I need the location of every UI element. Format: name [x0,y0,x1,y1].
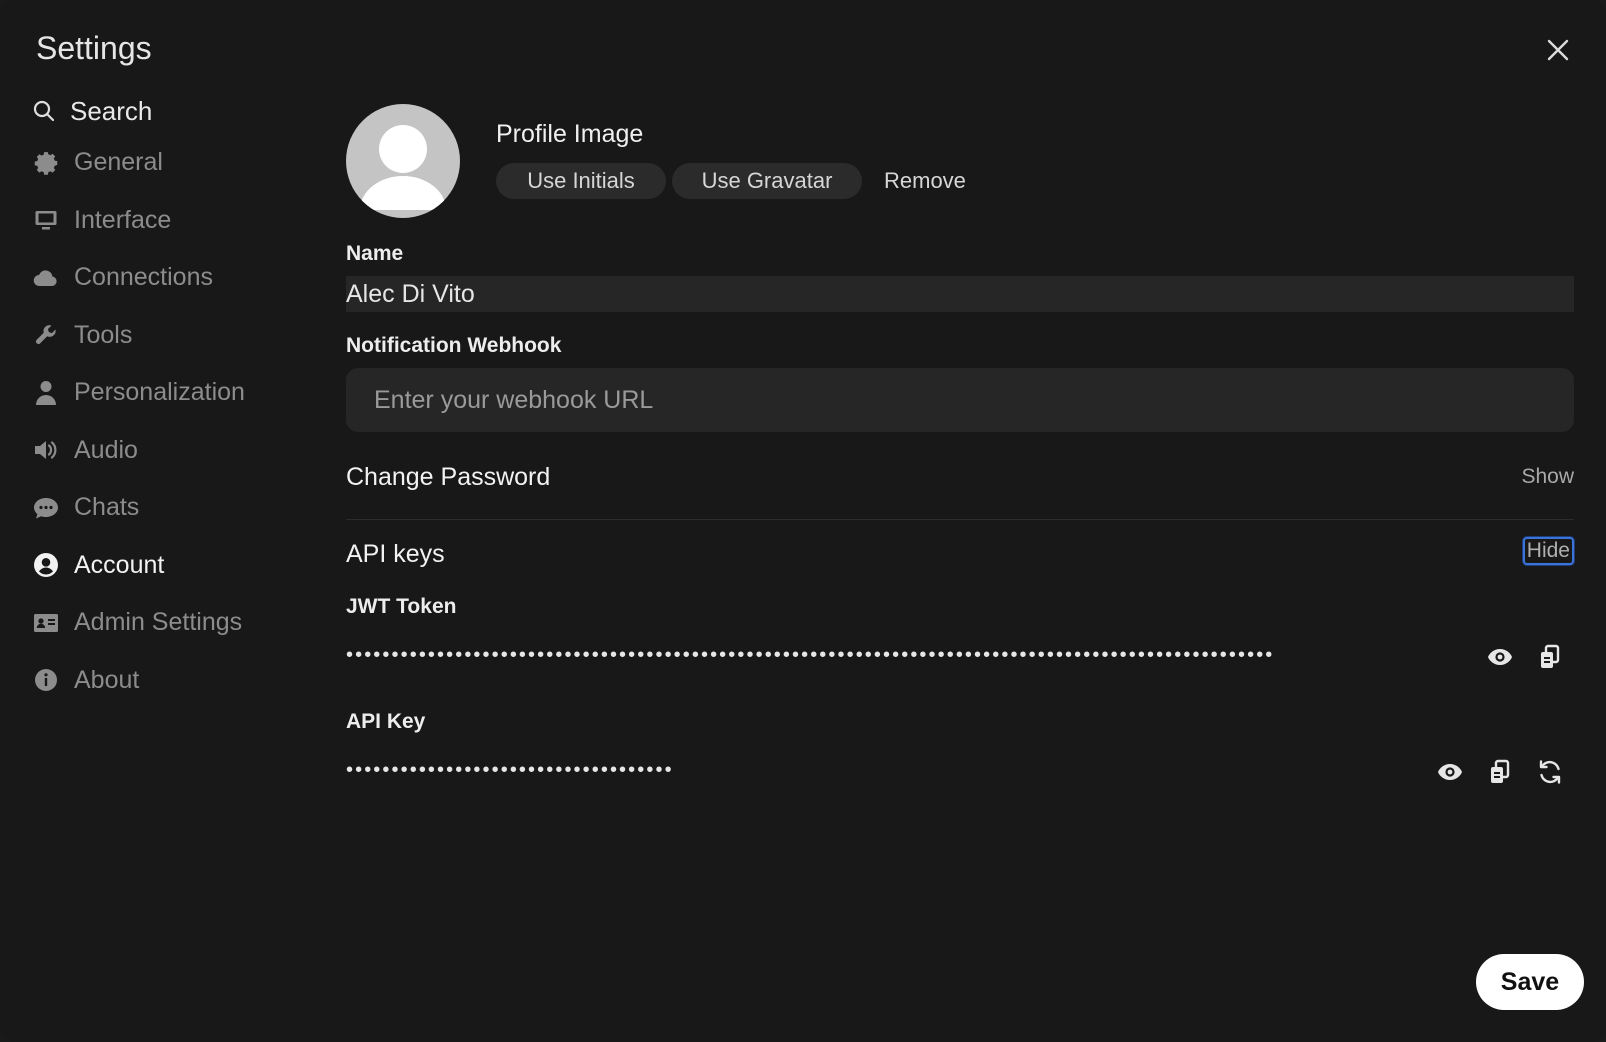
user-icon [36,380,56,405]
api-keys-title: API keys [346,540,445,568]
sidebar-item-tools[interactable]: Tools [32,307,322,365]
modal-title: Settings [36,30,152,66]
speaker-icon [35,441,57,460]
search-label: Search [70,95,153,126]
settings-modal: Settings Search General Interface Connec… [0,0,1606,1042]
sidebar-item-label: Personalization [74,378,245,407]
api-key-show-button[interactable] [1433,755,1467,789]
sidebar-item-label: Audio [74,435,138,464]
sidebar-item-personalization[interactable]: Personalization [32,364,322,422]
sidebar-item-account[interactable]: Account [32,537,322,595]
name-label: Name [346,242,404,265]
monitor-icon [35,211,57,230]
sidebar-search[interactable]: Search [32,88,322,134]
chat-bubble-icon [34,497,58,519]
api-keys-hide-toggle[interactable]: Hide [1522,537,1574,565]
eye-icon [1438,764,1462,780]
jwt-token-label: JWT Token [346,595,457,618]
sidebar-item-connections[interactable]: Connections [32,249,322,307]
api-key-regenerate-button[interactable] [1533,755,1567,789]
save-button[interactable]: Save [1476,954,1584,1010]
search-icon [33,100,55,122]
close-icon [1547,39,1569,61]
sidebar-item-about[interactable]: About [32,652,322,710]
wrench-icon [36,325,56,345]
name-input[interactable] [346,276,1574,312]
avatar[interactable] [346,104,460,218]
api-key-copy-button[interactable] [1483,755,1517,789]
jwt-copy-button[interactable] [1533,640,1567,674]
sidebar-item-label: Admin Settings [74,608,243,637]
clipboard-icon [1491,759,1510,783]
refresh-icon [1539,760,1561,784]
default-user-icon [360,125,446,210]
jwt-show-button[interactable] [1483,640,1517,674]
sidebar-item-label: Chats [74,493,140,522]
clipboard-icon [1541,644,1560,668]
change-password-title: Change Password [346,463,551,491]
sidebar-item-admin-settings[interactable]: Admin Settings [32,594,322,652]
eye-icon [1488,649,1512,665]
sidebar: Search General Interface Connections Too… [32,88,322,709]
webhook-input[interactable] [346,368,1574,432]
use-initials-button[interactable]: Use Initials [496,163,666,199]
sidebar-item-label: Connections [74,263,213,292]
section-divider [346,519,1574,520]
sidebar-item-label: Interface [74,205,172,234]
sidebar-item-label: Account [74,550,165,579]
profile-image-label: Profile Image [496,120,644,148]
close-button[interactable] [1542,34,1574,66]
sidebar-item-label: Tools [74,320,133,349]
webhook-label: Notification Webhook [346,334,562,357]
sidebar-item-chats[interactable]: Chats [32,479,322,537]
sidebar-item-label: About [74,665,140,694]
jwt-token-value: ••••••••••••••••••••••••••••••••••••••••… [346,644,1275,666]
id-card-icon [34,613,58,632]
password-show-toggle[interactable]: Show [1521,465,1574,489]
cloud-icon [33,270,57,286]
gear-icon [34,151,58,175]
remove-image-button[interactable]: Remove [884,163,966,199]
use-gravatar-button[interactable]: Use Gravatar [672,163,862,199]
api-key-label: API Key [346,710,426,733]
info-icon [35,669,57,692]
sidebar-item-audio[interactable]: Audio [32,422,322,480]
user-circle-icon [34,553,58,578]
api-key-value: •••••••••••••••••••••••••••••••••••• [346,759,674,781]
sidebar-item-general[interactable]: General [32,134,322,192]
sidebar-item-interface[interactable]: Interface [32,192,322,250]
sidebar-item-label: General [74,148,163,177]
